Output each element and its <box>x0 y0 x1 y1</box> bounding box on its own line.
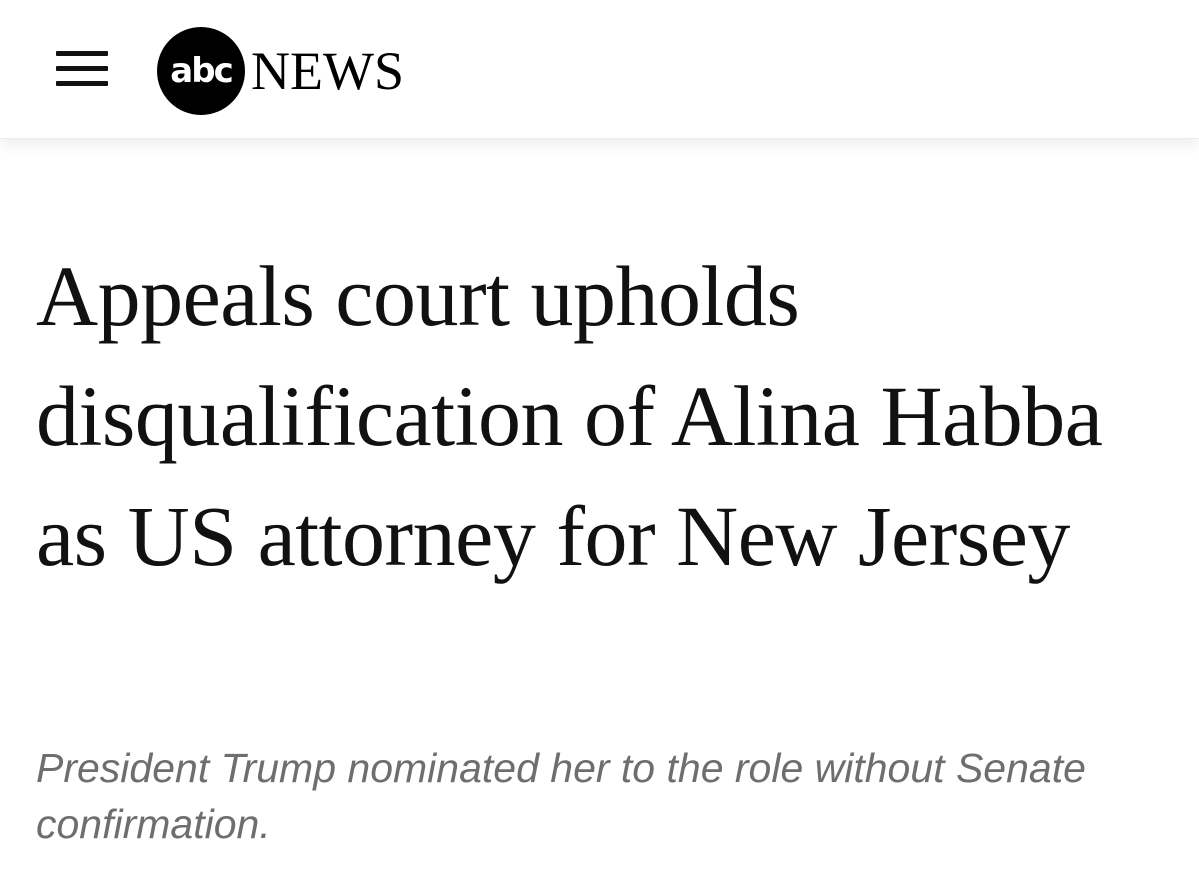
menu-bar-middle <box>56 66 108 71</box>
news-logo-text: NEWS <box>251 41 404 101</box>
site-header: abc NEWS <box>0 0 1199 139</box>
hamburger-menu-icon[interactable] <box>56 48 108 88</box>
article-subheadline: President Trump nominated her to the rol… <box>36 745 1086 847</box>
menu-bar-bottom <box>56 81 108 86</box>
abc-news-logo[interactable]: abc NEWS <box>157 27 404 115</box>
article-headline: Appeals court upholds disqualification o… <box>36 248 1103 584</box>
abc-logo-text: abc <box>170 51 233 91</box>
abc-logo-circle: abc <box>157 27 245 115</box>
menu-bar-top <box>56 51 108 56</box>
